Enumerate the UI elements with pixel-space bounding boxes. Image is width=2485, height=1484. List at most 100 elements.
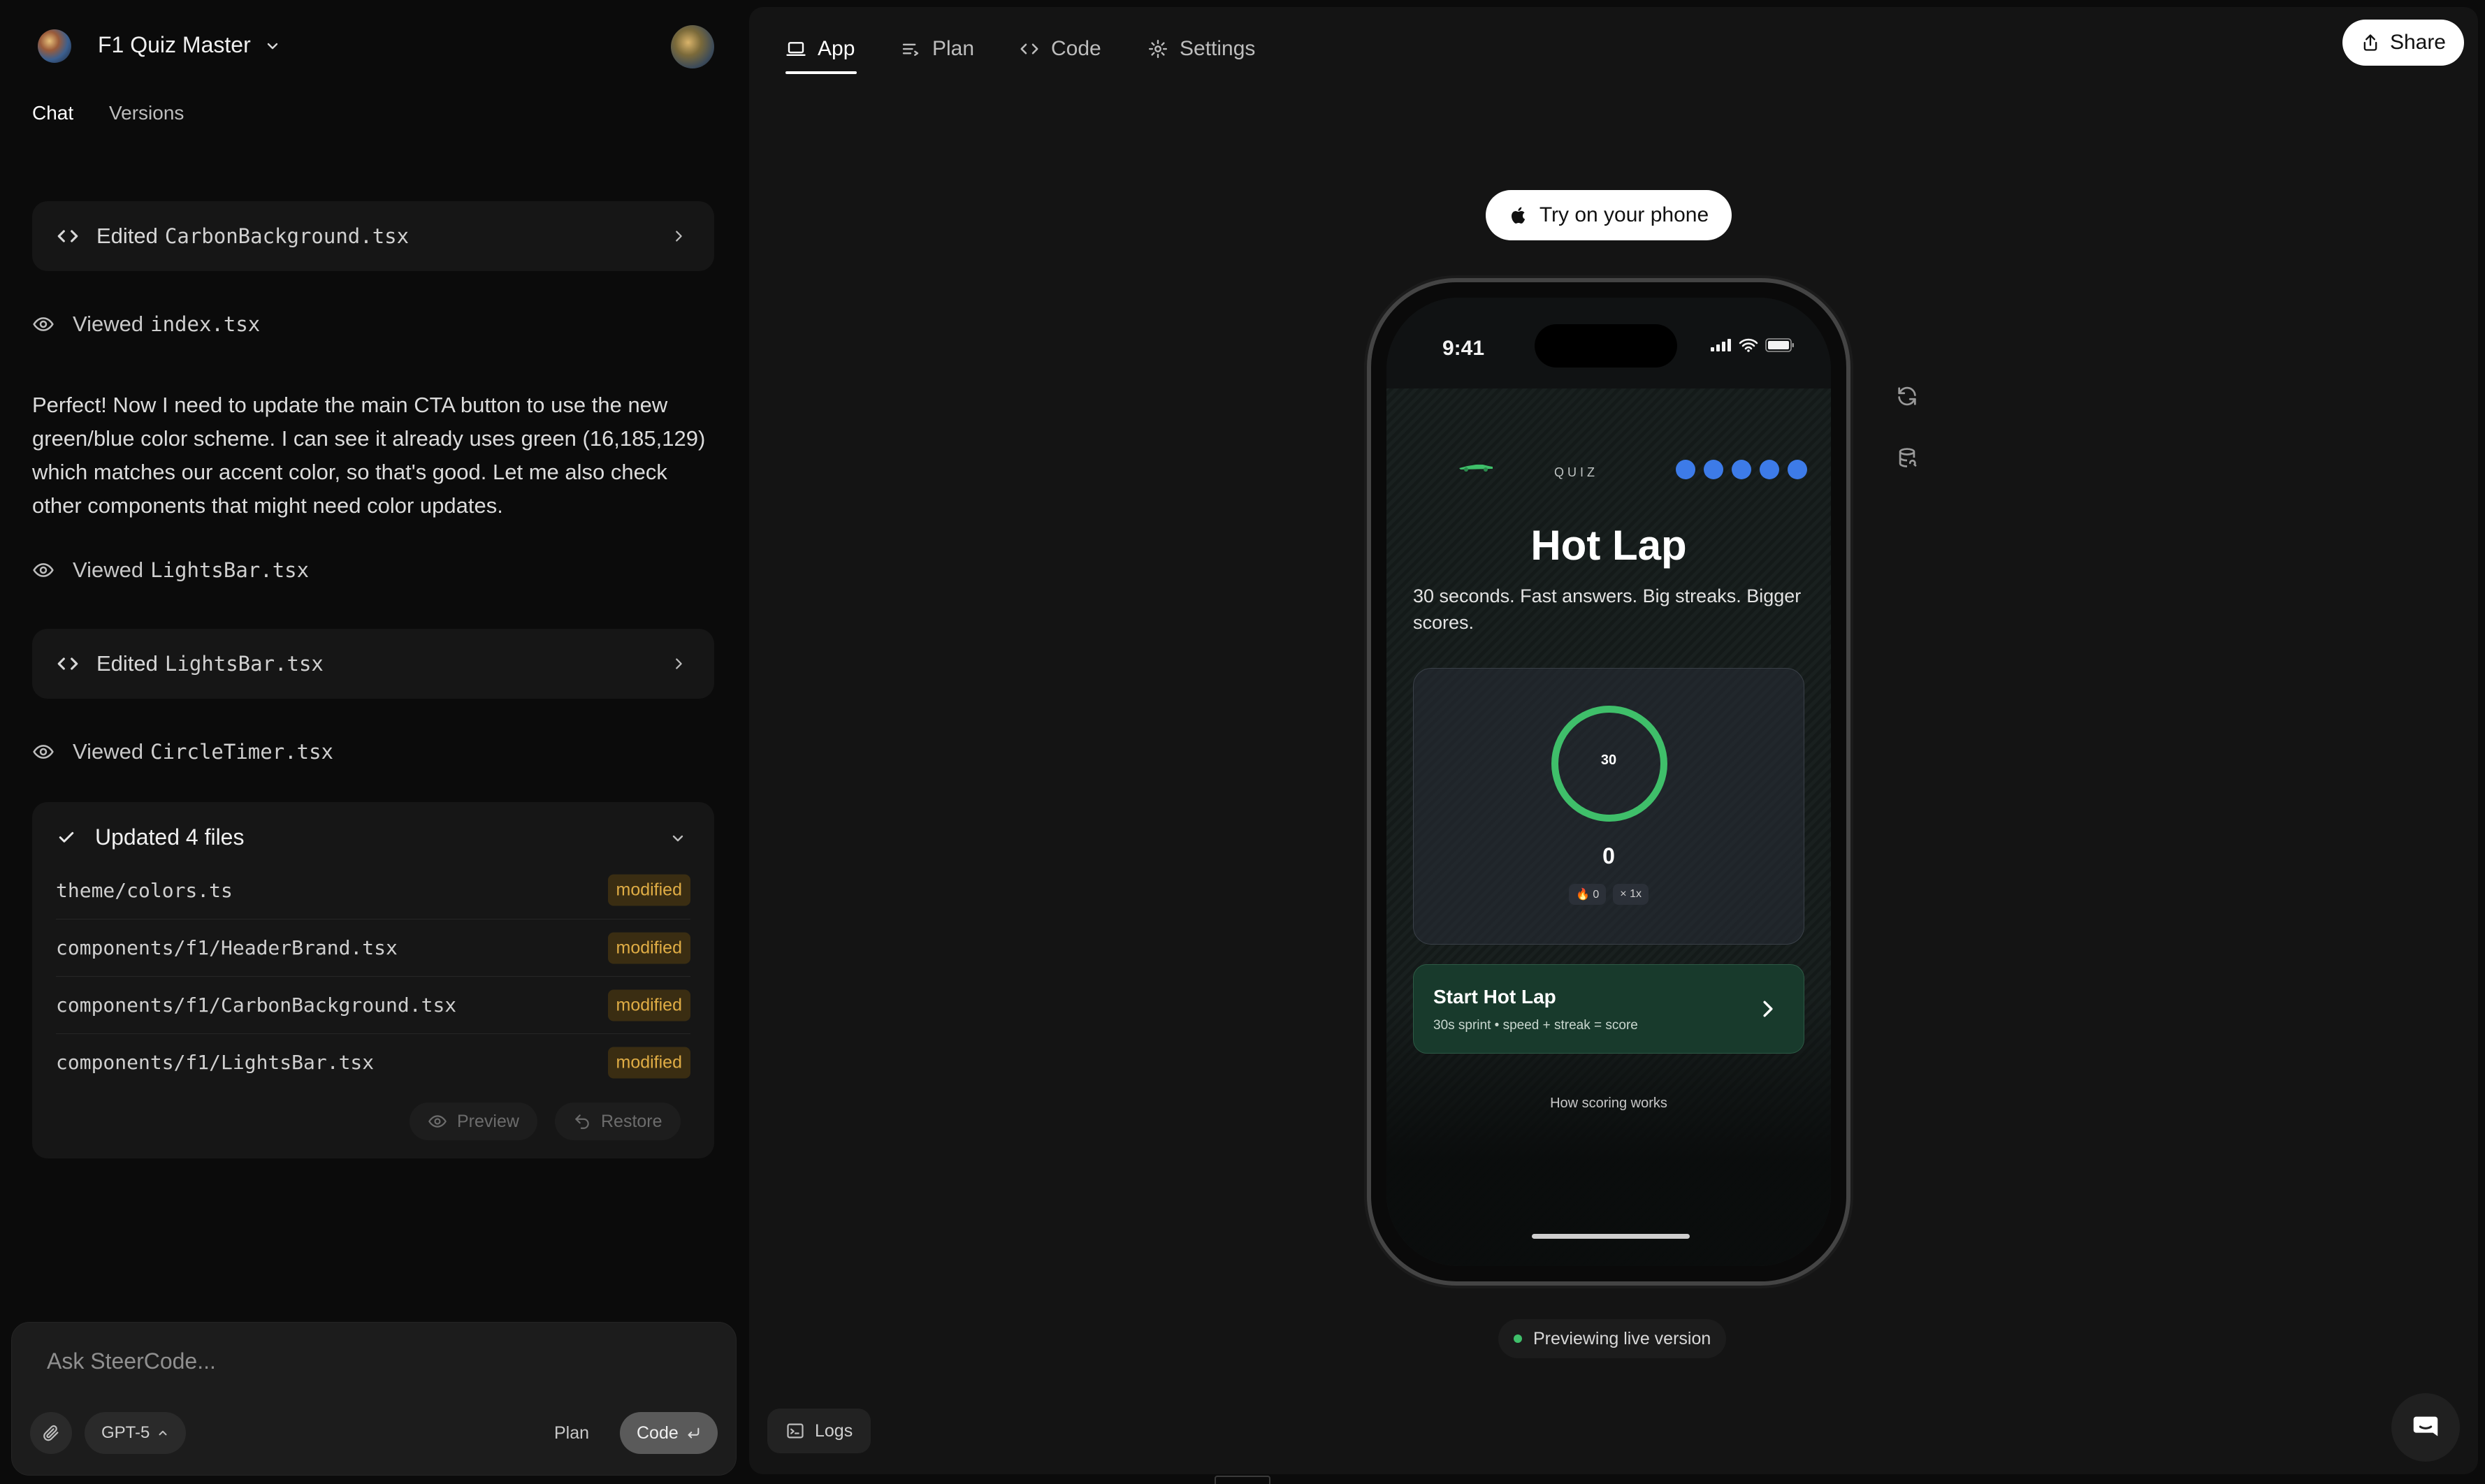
timer-value: 30 xyxy=(1600,752,1617,768)
file-path: components/f1/CarbonBackground.tsx xyxy=(56,994,457,1017)
enter-icon xyxy=(679,1425,701,1441)
status-badge: modified xyxy=(607,989,690,1021)
code-icon xyxy=(56,652,80,676)
code-mode-button[interactable]: Code xyxy=(620,1412,718,1454)
chevron-right-icon[interactable] xyxy=(671,656,686,671)
eye-icon xyxy=(428,1112,447,1131)
preview-button[interactable]: Preview xyxy=(410,1103,537,1140)
user-avatar[interactable] xyxy=(671,25,714,68)
viewed-file-row: Viewed CircleTimer.tsx xyxy=(32,739,333,764)
laptop-icon xyxy=(785,38,806,59)
viewed-file-name: LightsBar.tsx xyxy=(150,558,310,582)
edited-label: Edited xyxy=(96,224,158,248)
tab-app[interactable]: App xyxy=(785,27,855,71)
tab-plan[interactable]: Plan xyxy=(900,27,974,71)
refresh-icon[interactable] xyxy=(1895,384,1919,408)
file-path: components/f1/HeaderBrand.tsx xyxy=(56,936,398,959)
tab-settings[interactable]: Settings xyxy=(1147,27,1255,71)
restore-button[interactable]: Restore xyxy=(555,1103,681,1140)
share-label: Share xyxy=(2389,31,2446,54)
start-light xyxy=(1676,460,1695,479)
f1-car-icon xyxy=(1458,461,1494,472)
preview-label: Preview xyxy=(457,1111,519,1131)
viewed-file-row: Viewed index.tsx xyxy=(32,312,260,337)
start-light xyxy=(1788,460,1807,479)
plan-mode-button[interactable]: Plan xyxy=(537,1412,606,1454)
edited-file-name: LightsBar.tsx xyxy=(164,652,324,676)
model-selector[interactable]: GPT-5 xyxy=(85,1412,187,1454)
share-icon xyxy=(2361,33,2380,52)
cta-title: Start Hot Lap xyxy=(1433,986,1556,1007)
chevron-right-icon[interactable] xyxy=(671,228,686,244)
start-hot-lap-button[interactable]: Start Hot Lap 30s sprint • speed + strea… xyxy=(1413,964,1804,1054)
restore-label: Restore xyxy=(601,1111,662,1131)
list-icon xyxy=(900,38,921,59)
chevron-down-icon[interactable] xyxy=(264,38,281,54)
database-icon[interactable] xyxy=(1895,446,1919,470)
viewed-file-name: CircleTimer.tsx xyxy=(150,740,334,764)
file-row[interactable]: components/f1/LightsBar.tsx modified xyxy=(56,1033,690,1091)
file-row[interactable]: components/f1/CarbonBackground.tsx modif… xyxy=(56,976,690,1033)
terminal-icon xyxy=(785,1421,805,1441)
attach-button[interactable] xyxy=(30,1412,72,1454)
code-mode-label: Code xyxy=(637,1423,679,1443)
hero-subtitle: 30 seconds. Fast answers. Big streaks. B… xyxy=(1413,585,1802,633)
code-icon xyxy=(56,224,80,248)
tab-plan-label: Plan xyxy=(932,37,975,60)
edited-file-card[interactable]: Edited CarbonBackground.tsx xyxy=(32,201,714,271)
wifi-icon xyxy=(1739,338,1758,352)
paperclip-icon xyxy=(41,1423,61,1443)
tab-versions[interactable]: Versions xyxy=(109,102,184,124)
preview-panel: App Plan Code Settings Share Try on your… xyxy=(749,7,2478,1474)
status-icons xyxy=(1711,338,1795,352)
phone-frame: 9:41 QUIZ Hot Lap 30 seconds. Fast answe… xyxy=(1367,278,1850,1286)
file-path: components/f1/LightsBar.tsx xyxy=(56,1051,375,1074)
support-chat-button[interactable] xyxy=(2391,1393,2460,1462)
try-on-phone-button[interactable]: Try on your phone xyxy=(1486,190,1732,240)
file-path: theme/colors.ts xyxy=(56,878,233,902)
tab-app-label: App xyxy=(818,37,855,60)
eye-icon xyxy=(32,559,55,581)
multiplier-badge: × 1x xyxy=(1613,884,1649,905)
viewed-label: Viewed xyxy=(73,739,144,764)
chat-bubble-icon xyxy=(2410,1411,2442,1443)
hero-title: Hot Lap xyxy=(1530,522,1687,569)
check-icon xyxy=(56,827,77,848)
edited-file-card[interactable]: Edited LightsBar.tsx xyxy=(32,629,714,699)
preview-status-label: Previewing live version xyxy=(1533,1328,1711,1348)
live-dot xyxy=(1514,1334,1522,1343)
viewed-file-row: Viewed LightsBar.tsx xyxy=(32,558,309,583)
chevron-down-icon[interactable] xyxy=(669,830,686,847)
eye-icon xyxy=(32,741,55,763)
how-scoring-works-link[interactable]: How scoring works xyxy=(1386,1096,1831,1112)
logs-label: Logs xyxy=(815,1420,853,1441)
viewed-file-name: index.tsx xyxy=(150,312,261,336)
file-row[interactable]: components/f1/HeaderBrand.tsx modified xyxy=(56,919,690,976)
updated-files-header[interactable]: Updated 4 files xyxy=(56,820,244,854)
tab-code[interactable]: Code xyxy=(1019,27,1101,71)
project-title[interactable]: F1 Quiz Master xyxy=(98,32,251,58)
tab-chat[interactable]: Chat xyxy=(32,102,73,124)
start-light xyxy=(1704,460,1723,479)
active-tab-indicator xyxy=(785,71,857,74)
tab-code-label: Code xyxy=(1051,37,1101,60)
logs-button[interactable]: Logs xyxy=(767,1409,871,1453)
preview-status: Previewing live version xyxy=(1498,1319,1727,1358)
window-handle xyxy=(1215,1476,1270,1484)
status-badge: modified xyxy=(607,932,690,963)
dynamic-island xyxy=(1535,324,1677,368)
edited-file-name: CarbonBackground.tsx xyxy=(164,224,410,248)
chevron-up-icon xyxy=(150,1427,169,1439)
file-row[interactable]: theme/colors.ts modified xyxy=(56,861,690,919)
share-button[interactable]: Share xyxy=(2342,20,2464,66)
score-value: 0 xyxy=(1602,843,1615,868)
updated-files-title: Updated 4 files xyxy=(95,824,245,850)
composer: GPT-5 Plan Code xyxy=(11,1322,737,1476)
eye-icon xyxy=(32,313,55,335)
project-avatar[interactable] xyxy=(38,29,71,63)
chat-panel: F1 Quiz Master Chat Versions Edited Carb… xyxy=(0,0,748,1484)
chat-input[interactable] xyxy=(45,1348,674,1375)
tab-settings-label: Settings xyxy=(1180,37,1256,60)
cta-subtitle: 30s sprint • speed + streak = score xyxy=(1433,1018,1638,1033)
stat-badges: 🔥 0 × 1x xyxy=(1414,884,1804,905)
